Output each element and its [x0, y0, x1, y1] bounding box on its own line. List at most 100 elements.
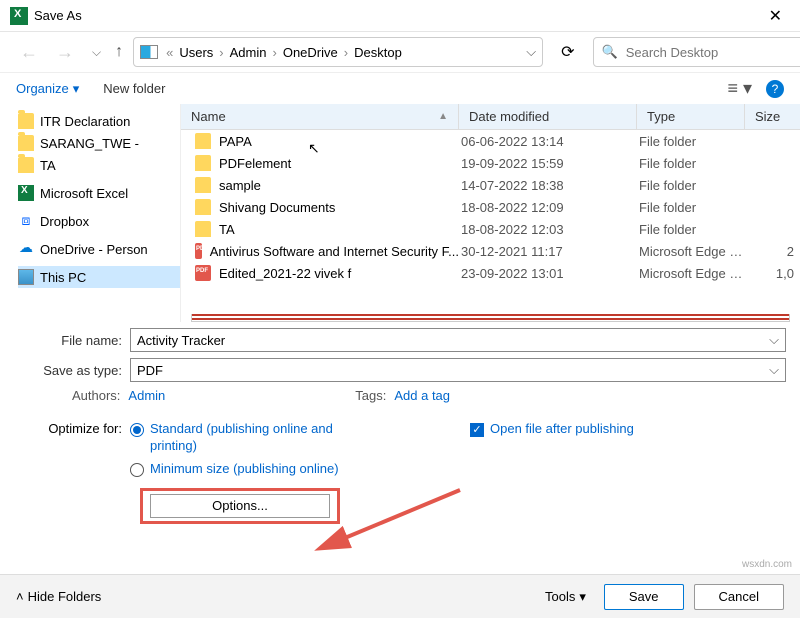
fields-area: File name: Activity Tracker⌵ Save as typ…: [0, 322, 800, 524]
file-date: 14-07-2022 18:38: [459, 178, 637, 193]
file-type: File folder: [637, 178, 745, 193]
file-name: TA: [219, 222, 235, 237]
folder-icon: [18, 135, 34, 151]
view-menu-icon[interactable]: ≡ ▾: [727, 78, 752, 99]
new-folder-button[interactable]: New folder: [103, 81, 165, 96]
file-type: File folder: [637, 156, 745, 171]
file-row[interactable]: Shivang Documents18-08-2022 12:09File fo…: [181, 196, 800, 218]
sidebar-item-label: Dropbox: [40, 214, 89, 229]
save-button[interactable]: Save: [604, 584, 684, 610]
onedrive-icon: ☁: [18, 241, 34, 257]
sidebar-item[interactable]: ⧈ Dropbox: [18, 210, 180, 232]
hide-folders-button[interactable]: ˄Hide Folders: [16, 589, 101, 604]
file-row[interactable]: sample 14-07-2022 18:38File folder: [181, 174, 800, 196]
filename-input[interactable]: Activity Tracker⌵: [130, 328, 786, 352]
file-type: Microsoft Edge PD...: [637, 266, 745, 281]
checkbox-icon: ✓: [470, 423, 484, 437]
dropbox-icon: ⧈: [18, 213, 34, 229]
search-input[interactable]: [624, 44, 800, 61]
tags-label: Tags:: [355, 388, 386, 403]
file-name: Antivirus Software and Internet Security…: [210, 244, 459, 259]
window-title: Save As: [34, 8, 82, 23]
file-row[interactable]: TA 18-08-2022 12:03File folder: [181, 218, 800, 240]
file-date: 18-08-2022 12:03: [459, 222, 637, 237]
file-name: Shivang Documents: [219, 200, 335, 215]
col-type[interactable]: Type: [637, 104, 745, 129]
excel-icon: [18, 185, 34, 201]
breadcrumb[interactable]: Admin: [226, 43, 271, 62]
breadcrumb-root: «: [164, 45, 175, 60]
authors-value[interactable]: Admin: [128, 388, 165, 403]
file-date: 06-06-2022 13:14: [459, 134, 637, 149]
refresh-icon[interactable]: ⟳: [553, 38, 582, 66]
breadcrumb[interactable]: OneDrive: [279, 43, 342, 62]
sidebar: ITR Declaration SARANG_TWE -TA Microsoft E…: [0, 104, 180, 322]
recent-chevron-icon[interactable]: ⌵: [88, 43, 105, 62]
address-bar[interactable]: « Users› Admin› OneDrive› Desktop ⌵: [133, 37, 543, 67]
search-icon: 🔍: [602, 44, 618, 60]
folder-icon: [195, 155, 211, 171]
sidebar-item-label: ITR Declaration: [40, 114, 130, 129]
sidebar-item[interactable]: TA: [18, 154, 180, 176]
breadcrumb[interactable]: Users: [175, 43, 217, 62]
file-size: 2: [745, 244, 800, 259]
radio-minimum[interactable]: Minimum size (publishing online): [130, 461, 350, 478]
file-name: sample: [219, 178, 261, 193]
help-icon[interactable]: ?: [766, 80, 784, 98]
forward-icon[interactable]: →: [52, 40, 78, 65]
address-chevron-icon[interactable]: ⌵: [526, 44, 536, 60]
close-icon[interactable]: ✕: [761, 2, 790, 30]
sidebar-item[interactable]: ☁OneDrive - Person: [18, 238, 180, 260]
col-size[interactable]: Size: [745, 104, 800, 129]
sidebar-item-label: Microsoft Excel: [40, 186, 128, 201]
annotation-arrow: [330, 500, 470, 563]
saveas-label: Save as type:: [0, 363, 130, 378]
file-row[interactable]: PDFelement 19-09-2022 15:59File folder: [181, 152, 800, 174]
file-row[interactable]: PAPA06-06-2022 13:14File folder: [181, 130, 800, 152]
organize-menu[interactable]: Organize▾: [16, 81, 79, 97]
sidebar-item[interactable]: Microsoft Excel: [18, 182, 180, 204]
file-date: 19-09-2022 15:59: [459, 156, 637, 171]
options-button[interactable]: Options...: [150, 494, 330, 518]
file-row[interactable]: Antivirus Software and Internet Security…: [181, 240, 800, 262]
toolbar: Organize▾ New folder ≡ ▾ ?: [0, 72, 800, 104]
bottom-bar: ˄Hide Folders Tools▾ Save Cancel: [0, 574, 800, 618]
pc-icon: [18, 269, 34, 285]
sidebar-item[interactable]: ITR Declaration: [18, 110, 180, 132]
search-box[interactable]: 🔍: [593, 37, 800, 67]
sidebar-item-label: This PC: [40, 270, 86, 285]
folder-icon: [18, 157, 34, 173]
optimize-label: Optimize for:: [0, 421, 130, 484]
sidebar-item[interactable]: This PC: [18, 266, 180, 288]
col-date[interactable]: Date modified: [459, 104, 637, 129]
titlebar: Save As ✕: [0, 0, 800, 32]
col-name[interactable]: Name▲: [181, 104, 459, 129]
file-name: Edited_2021-22 vivek f: [219, 266, 351, 281]
file-name: PDFelement: [219, 156, 291, 171]
folder-icon: [195, 221, 211, 237]
excel-app-icon: [10, 7, 28, 25]
file-row[interactable]: Edited_2021-22 vivek f 23-09-2022 13:01Mi…: [181, 262, 800, 284]
horizontal-scrollbar[interactable]: [191, 314, 790, 322]
checkbox-open-after[interactable]: ✓ Open file after publishing: [470, 421, 634, 438]
radio-icon: [130, 423, 144, 437]
folder-icon: [195, 177, 211, 193]
folder-icon: [195, 133, 211, 149]
tools-menu[interactable]: Tools▾: [537, 589, 594, 605]
file-date: 30-12-2021 11:17: [459, 244, 637, 259]
up-icon[interactable]: ↑: [115, 43, 123, 61]
radio-standard[interactable]: Standard (publishing online and printing…: [130, 421, 350, 455]
back-icon[interactable]: ←: [16, 40, 42, 65]
cancel-button[interactable]: Cancel: [694, 584, 784, 610]
breadcrumb[interactable]: Desktop: [350, 43, 406, 62]
sidebar-item[interactable]: SARANG_TWE -: [18, 132, 180, 154]
tags-value[interactable]: Add a tag: [394, 388, 450, 403]
file-date: 23-09-2022 13:01: [459, 266, 637, 281]
file-type: File folder: [637, 134, 745, 149]
drive-icon: [140, 45, 158, 59]
file-type: Microsoft Edge PD...: [637, 244, 745, 259]
nav-row: ← → ⌵ ↑ « Users› Admin› OneDrive› Deskto…: [0, 32, 800, 72]
chevron-down-icon: ⌵: [769, 362, 779, 378]
file-type: File folder: [637, 222, 745, 237]
saveas-type-select[interactable]: PDF⌵: [130, 358, 786, 382]
